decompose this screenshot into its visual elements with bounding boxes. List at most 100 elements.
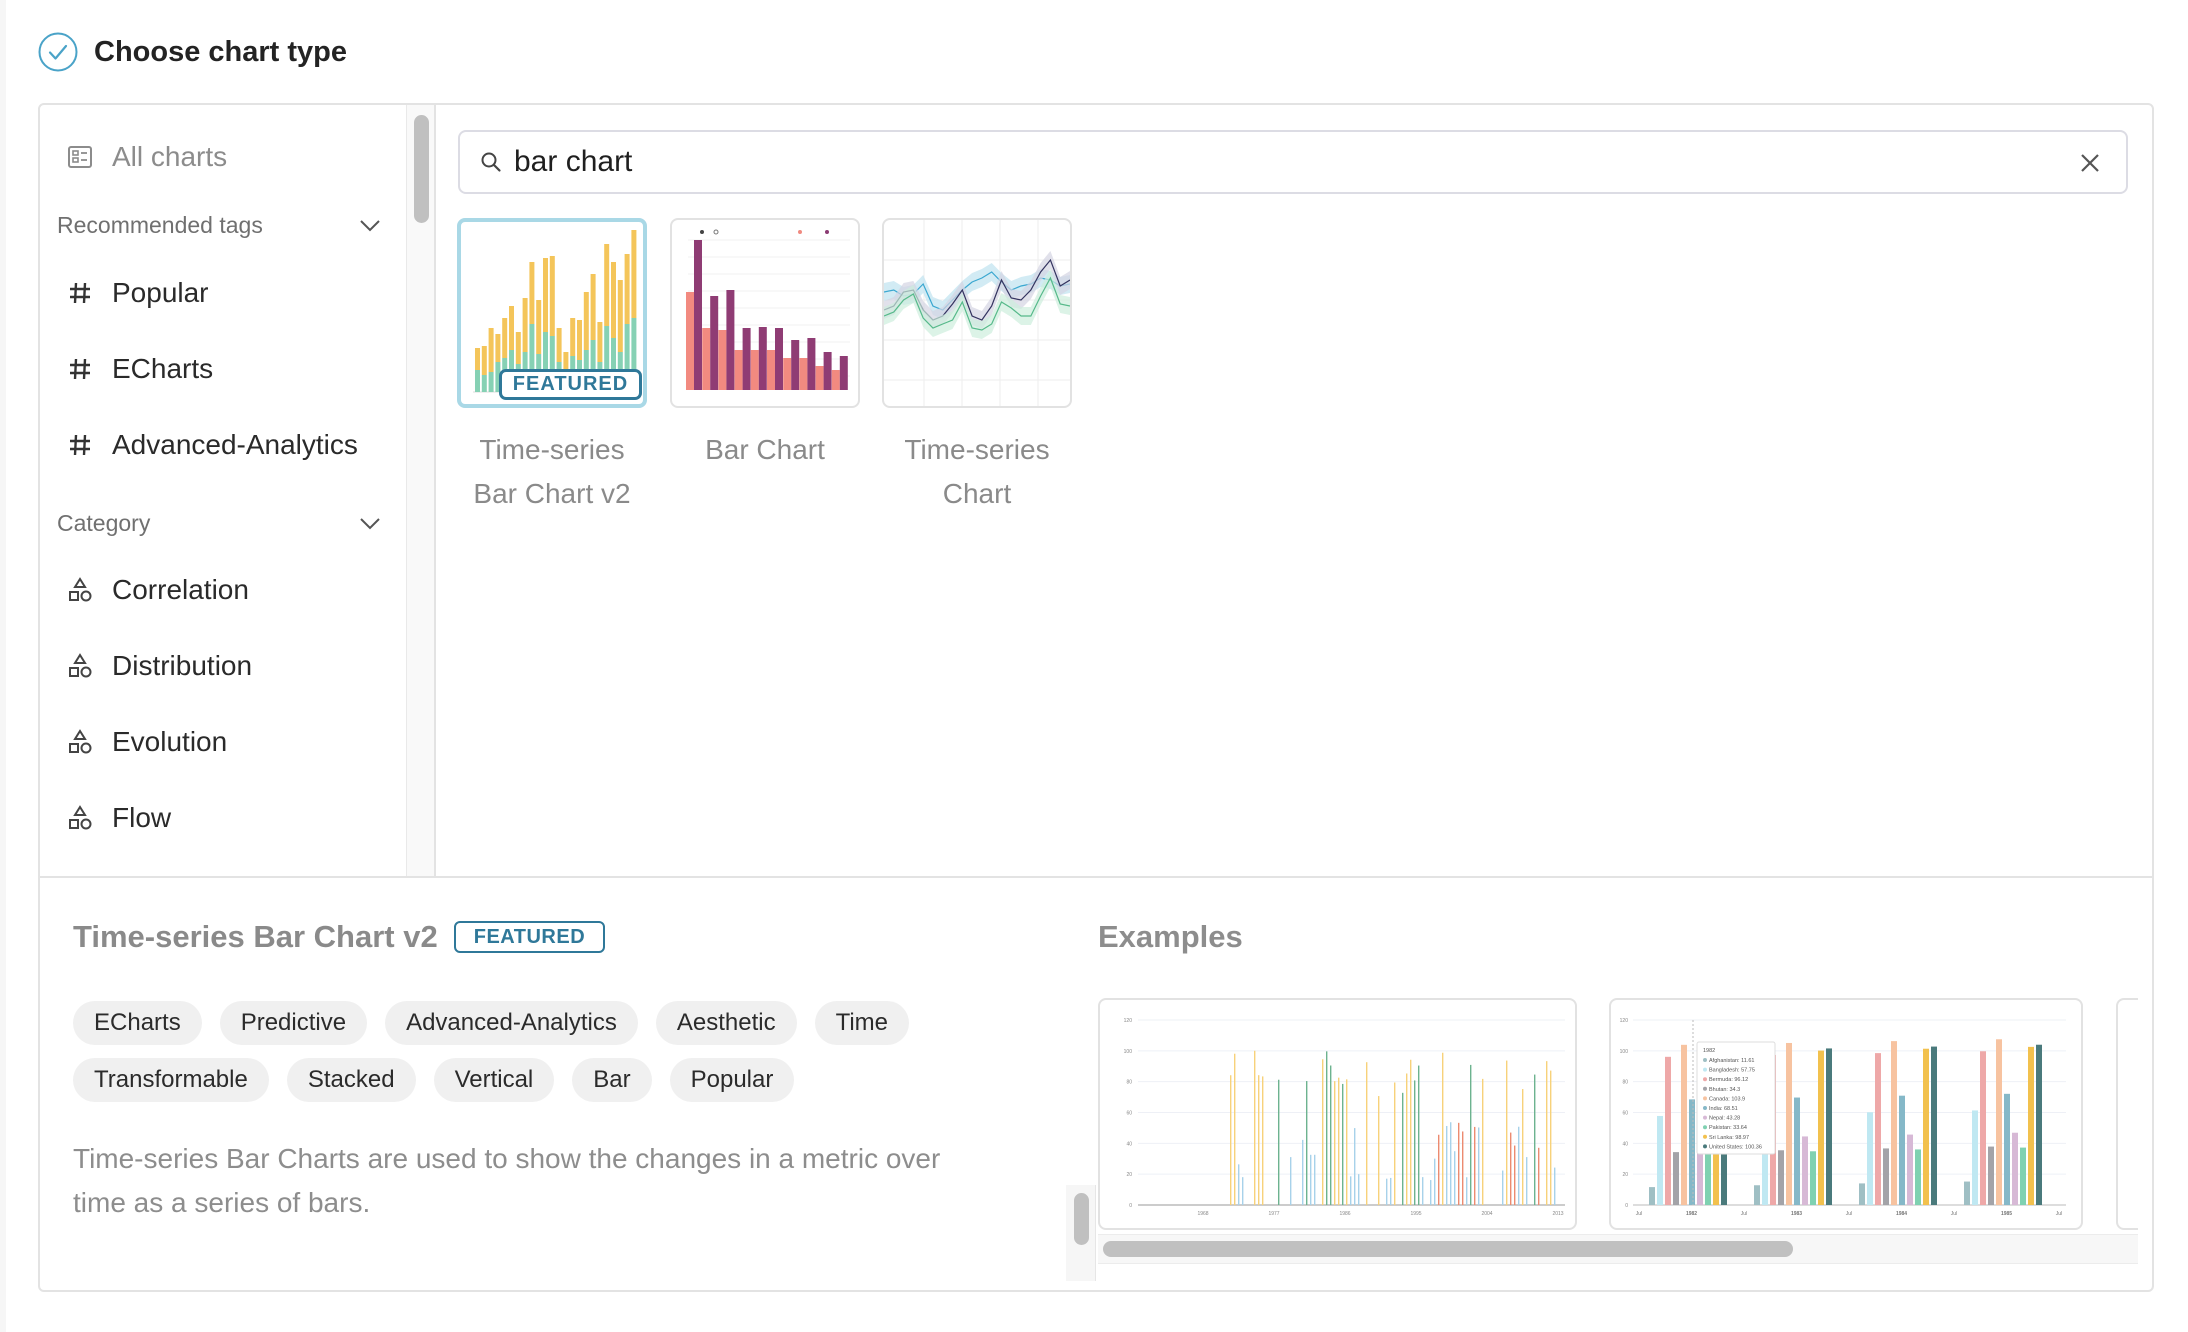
- chart-card-bar-chart[interactable]: Bar Chart: [670, 218, 860, 472]
- tag-chip[interactable]: Vertical: [433, 1058, 555, 1102]
- chart-thumbnail: [670, 218, 860, 408]
- example-bar: [1342, 1083, 1344, 1205]
- thumb-bar-top: [536, 300, 542, 354]
- example-chart-1[interactable]: 0 20 40 60 80 100 120 1968 1977 1986 1995 2004 2013: [1098, 998, 1577, 1230]
- tooltip-title: 1982: [1703, 1048, 1715, 1054]
- example-bar: [1242, 1177, 1244, 1205]
- step-header: Choose chart type: [38, 32, 347, 72]
- example-bar: [1478, 1127, 1480, 1205]
- example-bar: [1907, 1134, 1913, 1205]
- sidebar-item-correlation[interactable]: Correlation: [66, 570, 249, 610]
- sidebar-item-flow[interactable]: Flow: [66, 798, 171, 838]
- page-edge: [0, 0, 6, 1332]
- tooltip-row: Bhutan: 34.3: [1709, 1087, 1740, 1093]
- search-input[interactable]: [514, 145, 2014, 179]
- legend-dot: [713, 229, 719, 235]
- page-title: Choose chart type: [94, 35, 347, 68]
- chart-card-timeseries-bar-v2[interactable]: FEATURED Time-series Bar Chart v2: [457, 218, 647, 516]
- sidebar-item-label: Evolution: [112, 726, 228, 757]
- example-chart-3[interactable]: [2116, 998, 2138, 1230]
- thumb-bar-a: [734, 350, 743, 390]
- tag-chip[interactable]: Transformable: [73, 1058, 269, 1102]
- thumb-bar-a: [799, 358, 808, 390]
- sidebar-item-echarts[interactable]: ECharts: [66, 349, 213, 389]
- example-bar: [1534, 1074, 1536, 1205]
- example-bar: [1454, 1151, 1456, 1205]
- example-bar: [1883, 1148, 1889, 1205]
- example-bar: [1474, 1126, 1476, 1205]
- chart-card-name: Bar Chart: [670, 428, 860, 472]
- thumb-bar-b: [823, 352, 832, 390]
- x-tick-label: 1985: [2001, 1211, 2012, 1217]
- examples-vertical-scrollbar[interactable]: [1066, 1185, 1096, 1281]
- example-chart-2[interactable]: 0 20 40 60 80 100 120 Jul 1982 Jul 1983 Jul 1984 Jul 1…: [1609, 998, 2083, 1230]
- sidebar-scrollbar-thumb[interactable]: [414, 115, 429, 223]
- thumb-bar-b: [791, 340, 800, 390]
- section-recommended-tags[interactable]: Recommended tags: [57, 208, 382, 242]
- tag-chip[interactable]: Bar: [572, 1058, 652, 1102]
- chart-card-name: Time-series Chart: [882, 428, 1072, 516]
- thumb-bar-top: [604, 244, 610, 326]
- thumb-bar-a: [686, 292, 694, 390]
- tooltip-legend-dot: [1703, 1058, 1707, 1062]
- example-bar: [1522, 1089, 1524, 1205]
- tag-chip[interactable]: Popular: [669, 1058, 795, 1102]
- tag-chip[interactable]: Time: [814, 1001, 910, 1045]
- thumb-bar-top: [597, 322, 603, 362]
- search-icon: [481, 152, 501, 172]
- example-bar: [1450, 1122, 1452, 1205]
- thumb-bar-b: [742, 328, 751, 390]
- tooltip-row: India: 68.51: [1709, 1106, 1738, 1112]
- example-bar: [1238, 1164, 1240, 1205]
- sidebar-item-label: All charts: [112, 141, 228, 172]
- scrollbar-thumb[interactable]: [1074, 1193, 1089, 1245]
- example-bar: [1418, 1065, 1420, 1205]
- tooltip-row: Sri Lanka: 98.97: [1709, 1135, 1749, 1141]
- example-chart-1-svg: 0 20 40 60 80 100 120 1968 1977 1986 1995 2004 2013: [1124, 1018, 1565, 1217]
- example-bar: [2036, 1044, 2042, 1205]
- tag-chip[interactable]: Advanced-Analytics: [385, 1001, 638, 1045]
- tooltip-row: United States: 100.36: [1709, 1144, 1762, 1150]
- close-icon[interactable]: [2078, 151, 2102, 175]
- sidebar-item-distribution[interactable]: Distribution: [66, 646, 252, 686]
- detail-header: Time-series Bar Chart v2 FEATURED: [73, 917, 1023, 957]
- thumb-bar-b: [839, 356, 848, 390]
- legend-dot: [700, 230, 704, 234]
- sidebar-item-evolution[interactable]: Evolution: [66, 722, 227, 762]
- thumb-bar-top: [502, 318, 508, 358]
- section-label: Category: [57, 509, 151, 536]
- example-bar: [1482, 1078, 1484, 1205]
- example-chart-2-svg: 0 20 40 60 80 100 120 Jul 1982 Jul 1983 Jul 1984 Jul 1…: [1620, 1018, 2066, 1217]
- scrollbar-thumb[interactable]: [1103, 1241, 1793, 1257]
- sidebar-item-label: Flow: [112, 802, 172, 833]
- example-bar: [1923, 1048, 1929, 1205]
- tag-chip[interactable]: Stacked: [286, 1058, 416, 1102]
- legend-dot: [798, 230, 802, 234]
- thumb-bar-b: [726, 290, 735, 390]
- check-circle-icon: [38, 32, 78, 72]
- tag-chip[interactable]: Predictive: [219, 1001, 368, 1045]
- examples-horizontal-scrollbar[interactable]: [1098, 1234, 2138, 1264]
- sidebar-item-popular[interactable]: Popular: [66, 273, 209, 313]
- example-bar: [1980, 1051, 1986, 1205]
- sidebar: All charts Recommended tags Popular ECha…: [40, 105, 406, 876]
- example-bar: [1466, 1177, 1468, 1205]
- tag-chip[interactable]: ECharts: [73, 1001, 202, 1045]
- example-bar: [1422, 1177, 1424, 1205]
- sidebar-item-advanced-analytics[interactable]: Advanced-Analytics: [66, 425, 358, 465]
- chart-card-timeseries-chart[interactable]: Time-series Chart: [882, 218, 1072, 516]
- legend-dot: [825, 230, 829, 234]
- sidebar-item-all-charts[interactable]: All charts: [66, 137, 227, 177]
- featured-badge: FEATURED: [499, 369, 642, 400]
- results-area: FEATURED Time-series Bar Chart v2 Bar Ch…: [436, 105, 2152, 876]
- example-bar: [1322, 1059, 1324, 1205]
- section-category[interactable]: Category: [57, 506, 382, 540]
- y-tick-label: 60: [1126, 1111, 1132, 1117]
- example-bar: [1810, 1151, 1816, 1205]
- shapes-icon: [66, 652, 94, 680]
- y-tick-label: 20: [1126, 1172, 1132, 1178]
- tooltip-legend-dot: [1703, 1134, 1707, 1139]
- sidebar-item-label: ECharts: [112, 353, 214, 384]
- sidebar-scrollbar[interactable]: [406, 105, 436, 876]
- tag-chip[interactable]: Aesthetic: [655, 1001, 797, 1045]
